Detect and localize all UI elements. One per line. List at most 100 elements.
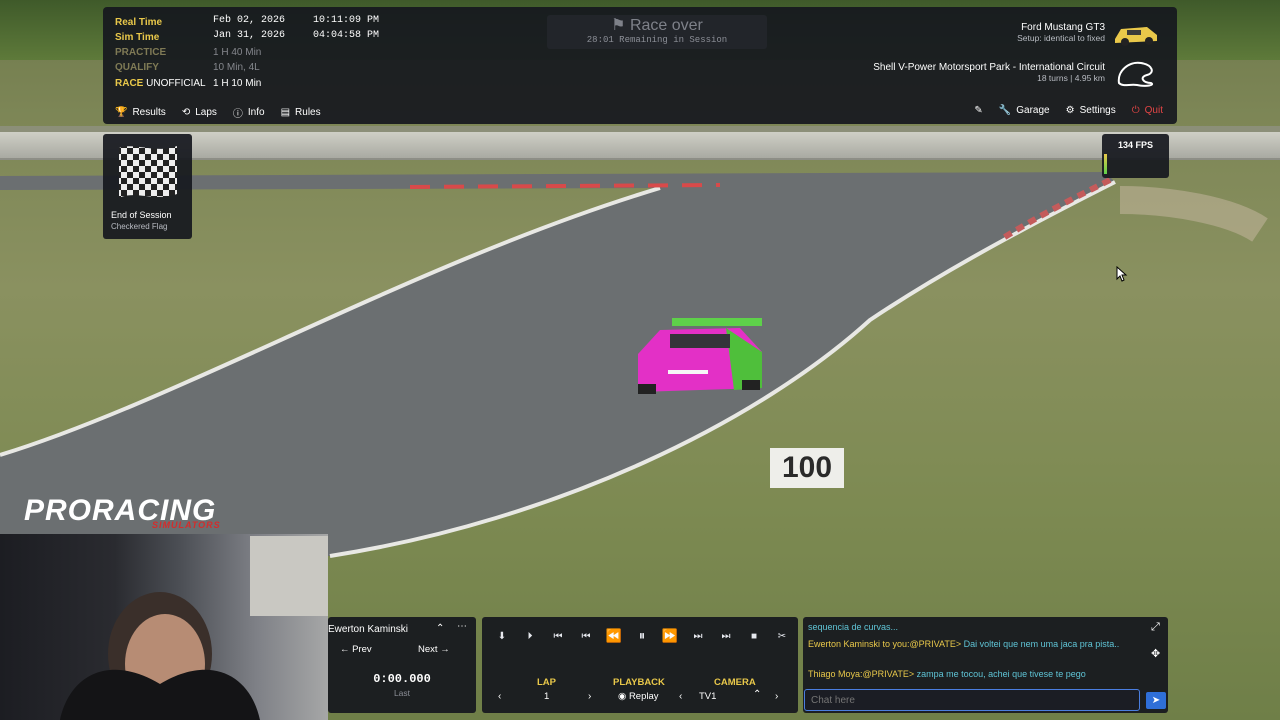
sim-time-label: Sim Time	[115, 32, 160, 43]
garage-label: Garage	[1016, 105, 1050, 116]
wrench-icon: 🔧	[998, 105, 1012, 116]
next-label: Next	[418, 644, 438, 655]
lap-next-chevron-icon[interactable]: ›	[588, 691, 591, 702]
performance-bars	[1104, 154, 1107, 174]
tab-info-label: Info	[247, 107, 265, 118]
tab-results[interactable]: 🏆 Results	[115, 105, 166, 120]
expand-icon[interactable]: ⤢	[1151, 621, 1160, 634]
chat-message-text: zampa me tocou, achei que tivese te pego	[916, 669, 1086, 679]
jump-end-button[interactable]: ⏭	[712, 626, 740, 646]
car-thumbnail-icon	[1115, 27, 1157, 46]
lap-prev-chevron-icon[interactable]: ‹	[498, 691, 501, 702]
session-info-panel: Real Time Feb 02, 2026 10:11:09 PM Sim T…	[103, 7, 1177, 124]
chat-input[interactable]	[804, 689, 1140, 711]
car-name: Ford Mustang GT3	[1021, 22, 1105, 33]
sim-time-date: Jan 31, 2026	[213, 30, 286, 41]
send-icon: ➤	[1151, 695, 1161, 706]
practice-label: PRACTICE	[115, 47, 167, 58]
chevron-up-icon[interactable]: ⌃	[436, 623, 444, 634]
settings-label: Settings	[1079, 105, 1116, 116]
session-remaining: 28:01 Remaining in Session	[586, 35, 728, 45]
replay-controls: ⬇ ⏵ ⏮ ⏮ ⏪ ⏸ ⏩ ⏭ ⏭ ■ ✂ LAP ‹ 1 › PLAYBACK…	[482, 617, 798, 713]
checkered-flag-icon: ⚑	[611, 17, 626, 34]
tab-results-label: Results	[132, 107, 166, 118]
pause-icon: ⏸	[638, 628, 646, 643]
camera-prev-chevron-icon[interactable]: ‹	[679, 691, 682, 702]
flag-title: End of Session	[111, 210, 172, 220]
pencil-icon: ✎	[974, 105, 983, 116]
prev-driver-button[interactable]: ← Prev	[340, 644, 372, 655]
garage-button[interactable]: 🔧 Garage	[999, 105, 1050, 116]
flag-status-panel: End of Session Checkered Flag	[103, 134, 192, 239]
session-actions: ✎ 🔧 Garage ⚙ Settings ⏻ Quit	[974, 105, 1163, 116]
step-forward-button[interactable]: ⏵	[516, 626, 544, 646]
settings-button[interactable]: ⚙ Settings	[1066, 105, 1116, 116]
car-info: Ford Mustang GT3 Setup: identical to fix…	[1017, 22, 1105, 43]
tab-laps-label: Laps	[195, 107, 217, 118]
race-label: RACE	[115, 78, 144, 89]
tab-rules-label: Rules	[295, 107, 321, 118]
more-options-icon[interactable]: ⋯	[457, 621, 467, 632]
send-button[interactable]: ➤	[1146, 692, 1166, 709]
next-driver-button[interactable]: Next →	[418, 644, 450, 655]
power-icon: ⏻	[1131, 105, 1140, 116]
race-row: RACE UNOFFICIAL	[115, 77, 206, 91]
chat-message-sender: Ewerton Kaminski to you:@PRIVATE>	[808, 639, 962, 649]
laps-icon: ⟲	[181, 107, 191, 118]
streamer-silhouette	[60, 536, 328, 720]
jump-start-button[interactable]: ⏮	[544, 626, 572, 646]
skip-end-icon: ⏭	[721, 630, 731, 642]
step-frame-icon: ⏵	[527, 630, 533, 642]
real-time-clock: 10:11:09 PM	[313, 15, 380, 26]
edit-button[interactable]: ✎	[974, 105, 982, 116]
real-time-date: Feb 02, 2026	[213, 15, 286, 26]
camera-tool-button[interactable]: ■	[740, 626, 768, 646]
previous-lap-button[interactable]: ⏮	[572, 626, 600, 646]
qualify-value: 10 Min, 4L	[213, 62, 260, 73]
quit-label: Quit	[1144, 105, 1163, 116]
video-camera-icon: ■	[750, 630, 758, 642]
fps-value: 134 FPS	[1117, 140, 1154, 150]
trackside-distance-sign: 100	[770, 448, 844, 488]
tools-icon: ✂	[777, 630, 787, 642]
fps-counter: 134 FPS	[1102, 134, 1169, 178]
lap-value: 1	[544, 691, 550, 702]
playback-label: PLAYBACK	[613, 677, 665, 688]
rewind-button[interactable]: ⏪	[600, 626, 628, 646]
track-info: Shell V-Power Motorsport Park - Internat…	[873, 62, 1105, 83]
quit-button[interactable]: ⏻ Quit	[1132, 105, 1163, 116]
next-icon: ⏭	[693, 630, 703, 642]
tab-laps[interactable]: ⟲ Laps	[182, 105, 217, 120]
tab-info[interactable]: ⓘ Info	[233, 105, 265, 120]
lap-label: LAP	[537, 677, 556, 688]
tab-rules[interactable]: ▤ Rules	[281, 105, 321, 120]
lap-time: 0:00.000	[373, 672, 431, 686]
session-tabs: 🏆 Results ⟲ Laps ⓘ Info ▤ Rules	[115, 105, 321, 120]
move-handle-icon[interactable]: ✥	[1151, 647, 1160, 660]
real-time-label: Real Time	[115, 17, 163, 28]
chat-message-text: Dai voltei que nem uma jaca pra pista..	[963, 639, 1120, 649]
pause-button[interactable]: ⏸	[628, 626, 656, 646]
fast-forward-button[interactable]: ⏩	[656, 626, 684, 646]
camera-next-chevron-icon[interactable]: ›	[775, 691, 778, 702]
camera-value[interactable]: TV1	[699, 691, 716, 702]
trophy-icon: 🏆	[115, 107, 128, 118]
rules-icon: ▤	[280, 107, 291, 118]
playback-mode[interactable]: ◉ Replay	[618, 691, 659, 702]
race-status-banner: ⚑ Race over 28:01 Remaining in Session	[547, 15, 767, 49]
radio-icon: ◉	[618, 691, 627, 702]
chat-panel: sequencia de curvas... Ewerton Kaminski …	[803, 617, 1168, 713]
tools-button[interactable]: ✂	[768, 626, 796, 646]
chat-message: sequencia de curvas...	[808, 621, 898, 634]
car-setup: Setup: identical to fixed	[1017, 33, 1105, 43]
lap-time-label: Last	[393, 688, 411, 698]
flag-subtitle: Checkered Flag	[111, 222, 168, 231]
sim-time-clock: 04:04:58 PM	[313, 30, 380, 41]
slow-motion-button[interactable]: ⬇	[488, 626, 516, 646]
race-car	[638, 318, 762, 394]
track-details: 18 turns | 4.95 km	[1037, 73, 1105, 83]
next-lap-button[interactable]: ⏭	[684, 626, 712, 646]
chat-message-sender: Thiago Moya:@PRIVATE>	[808, 669, 915, 679]
camera-chevron-up-icon[interactable]: ⌃	[753, 689, 761, 700]
chat-message: Ewerton Kaminski to you:@PRIVATE> Dai vo…	[808, 638, 1138, 651]
